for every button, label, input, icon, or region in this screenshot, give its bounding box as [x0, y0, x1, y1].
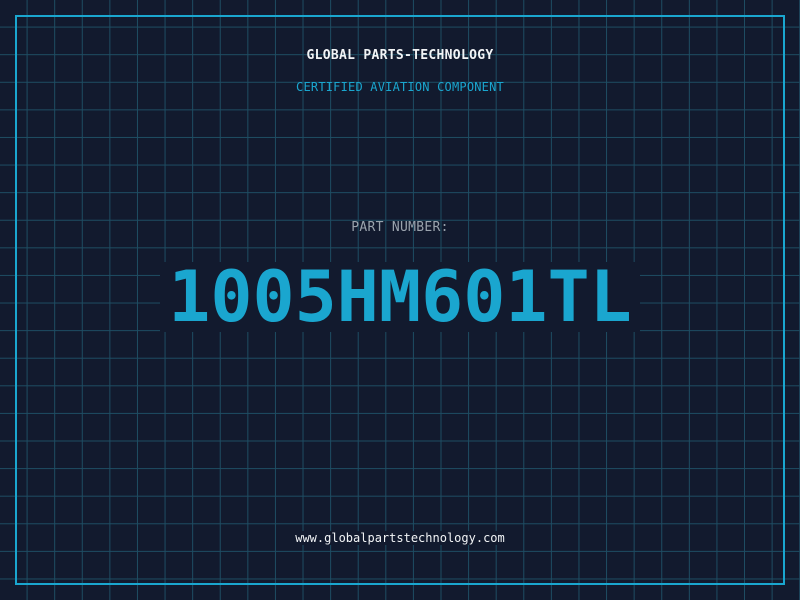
part-number-label: PART NUMBER: [351, 220, 449, 235]
part-number-value: 1005HM601TL [160, 262, 640, 332]
website-link-text[interactable]: www.globalpartstechnology.com [293, 531, 507, 545]
certification-subtitle: CERTIFIED AVIATION COMPONENT [296, 80, 504, 94]
company-name: GLOBAL PARTS-TECHNOLOGY [306, 48, 494, 63]
part-number-container: 1005HM601TL [0, 262, 800, 332]
product-card: GLOBAL PARTS-TECHNOLOGY CERTIFIED AVIATI… [0, 0, 800, 600]
website-url[interactable]: www.globalpartstechnology.com [0, 531, 800, 545]
